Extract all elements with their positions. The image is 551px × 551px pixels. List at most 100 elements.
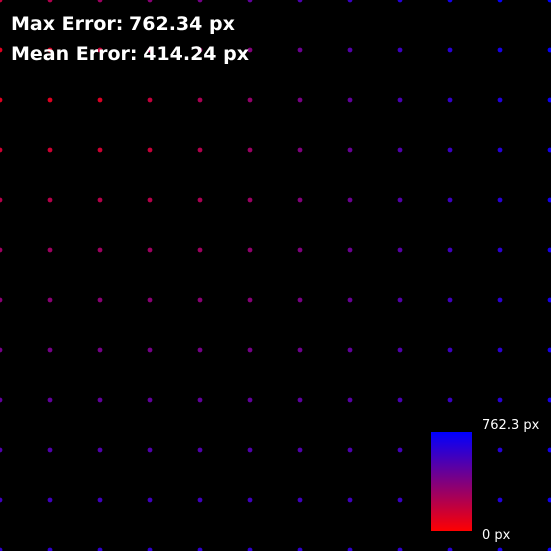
error-point xyxy=(497,0,503,3)
error-point xyxy=(297,297,303,303)
error-point xyxy=(97,97,103,103)
error-point xyxy=(497,347,503,353)
error-point xyxy=(447,47,453,53)
error-point xyxy=(97,197,103,203)
error-point xyxy=(297,0,303,3)
error-point xyxy=(0,347,3,353)
error-point xyxy=(147,247,153,253)
error-point xyxy=(397,547,403,551)
error-point xyxy=(547,247,551,253)
error-point xyxy=(447,97,453,103)
error-point xyxy=(47,397,53,403)
error-point xyxy=(97,497,103,503)
error-point xyxy=(297,197,303,203)
error-point xyxy=(447,397,453,403)
error-point xyxy=(47,147,53,153)
error-point xyxy=(247,297,253,303)
error-point xyxy=(497,497,503,503)
error-point xyxy=(97,347,103,353)
colorbar-max-label: 762.3 px xyxy=(482,418,540,433)
error-point xyxy=(297,547,303,551)
error-point xyxy=(397,97,403,103)
error-point xyxy=(447,197,453,203)
error-point xyxy=(247,97,253,103)
error-point xyxy=(397,147,403,153)
error-point xyxy=(147,497,153,503)
error-point xyxy=(547,297,551,303)
error-point xyxy=(147,0,153,3)
error-point xyxy=(397,497,403,503)
error-point xyxy=(347,47,353,53)
error-point xyxy=(0,547,3,551)
error-point xyxy=(397,247,403,253)
error-point xyxy=(447,347,453,353)
error-point xyxy=(47,197,53,203)
error-point xyxy=(547,347,551,353)
error-point xyxy=(297,247,303,253)
error-point xyxy=(197,297,203,303)
error-point xyxy=(247,547,253,551)
error-point xyxy=(197,397,203,403)
error-point xyxy=(47,97,53,103)
error-point xyxy=(397,197,403,203)
colorbar-min-label: 0 px xyxy=(482,528,511,543)
error-point xyxy=(497,147,503,153)
error-point xyxy=(47,247,53,253)
error-point xyxy=(347,547,353,551)
error-point xyxy=(197,197,203,203)
error-point xyxy=(347,147,353,153)
error-point xyxy=(197,97,203,103)
error-point xyxy=(147,447,153,453)
error-point xyxy=(97,247,103,253)
error-point xyxy=(347,297,353,303)
error-point xyxy=(497,47,503,53)
error-point xyxy=(197,147,203,153)
error-point xyxy=(347,397,353,403)
error-point xyxy=(547,497,551,503)
error-point xyxy=(47,447,53,453)
error-point xyxy=(97,0,103,3)
error-point xyxy=(47,347,53,353)
mean-error-value: 414.24 px xyxy=(143,43,249,65)
error-point xyxy=(397,447,403,453)
error-point xyxy=(397,397,403,403)
error-point xyxy=(247,147,253,153)
error-point xyxy=(147,147,153,153)
error-point xyxy=(447,297,453,303)
error-point xyxy=(197,447,203,453)
mean-error-stat: Mean Error: 414.24 px xyxy=(11,43,249,65)
error-point xyxy=(197,497,203,503)
error-point xyxy=(297,347,303,353)
max-error-value: 762.34 px xyxy=(129,13,235,35)
error-point xyxy=(447,247,453,253)
error-point xyxy=(547,97,551,103)
error-point xyxy=(47,0,53,3)
error-point xyxy=(97,547,103,551)
error-point xyxy=(97,447,103,453)
error-point xyxy=(247,0,253,3)
error-point xyxy=(147,97,153,103)
error-point xyxy=(497,97,503,103)
error-point xyxy=(0,397,3,403)
error-point xyxy=(0,147,3,153)
error-point xyxy=(447,147,453,153)
error-point xyxy=(297,497,303,503)
error-heatmap-canvas: Max Error: 762.34 px Mean Error: 414.24 px… xyxy=(0,0,551,551)
mean-error-label: Mean Error: xyxy=(11,43,138,65)
error-point xyxy=(0,47,3,53)
error-point xyxy=(397,47,403,53)
error-point xyxy=(0,497,3,503)
error-point xyxy=(347,0,353,3)
error-point xyxy=(347,197,353,203)
error-point xyxy=(0,0,3,3)
error-point xyxy=(247,447,253,453)
max-error-label: Max Error: xyxy=(11,13,124,35)
colorbar xyxy=(431,432,472,531)
error-point xyxy=(97,397,103,403)
error-point xyxy=(47,297,53,303)
error-point xyxy=(547,0,551,3)
error-point xyxy=(347,447,353,453)
error-point xyxy=(97,297,103,303)
error-point xyxy=(547,547,551,551)
error-point xyxy=(347,97,353,103)
